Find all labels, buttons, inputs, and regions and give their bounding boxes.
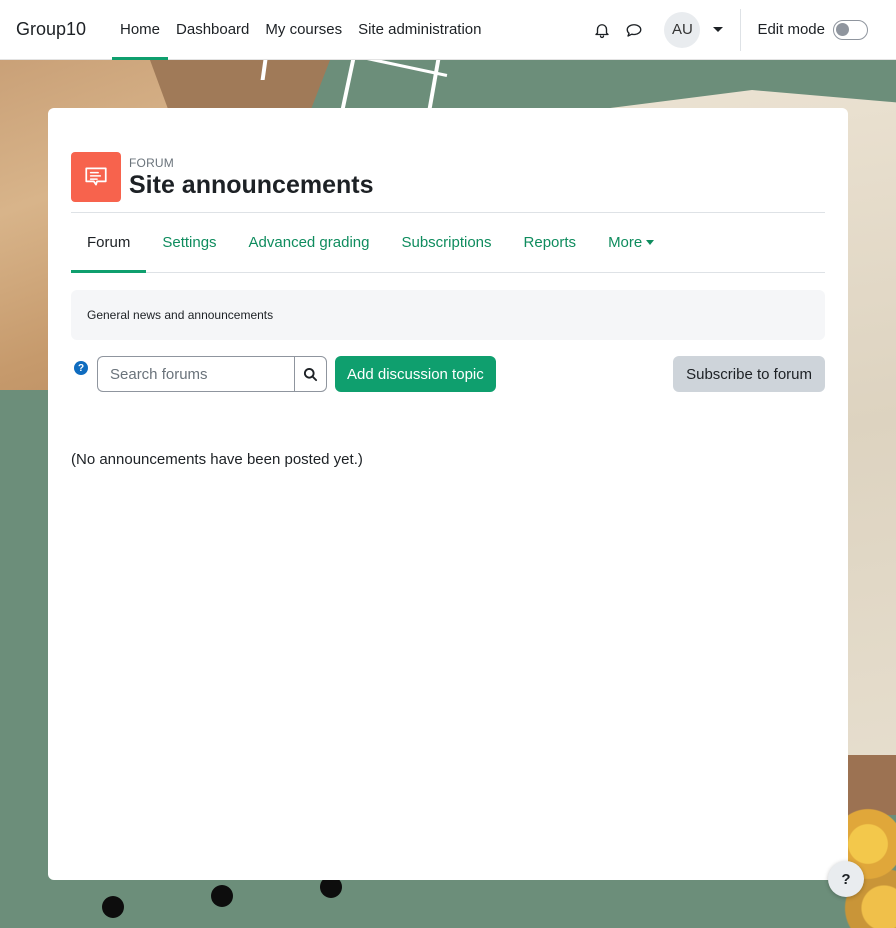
search-icon[interactable] — [294, 356, 327, 392]
nav-item-my-courses[interactable]: My courses — [257, 0, 350, 60]
main-content-card: FORUM Site announcements Forum Settings … — [48, 108, 848, 880]
footer-help-button[interactable]: ? — [828, 861, 864, 897]
page-title: Site announcements — [129, 171, 374, 199]
tab-settings[interactable]: Settings — [146, 213, 232, 272]
module-type-label: FORUM — [129, 156, 174, 170]
tab-forum[interactable]: Forum — [71, 213, 147, 273]
subscribe-to-forum-button[interactable]: Subscribe to forum — [673, 356, 825, 392]
edit-mode-toggle[interactable] — [833, 19, 868, 40]
nav-item-site-administration[interactable]: Site administration — [350, 0, 489, 60]
navbar-divider — [740, 8, 742, 51]
user-avatar[interactable]: AU — [664, 11, 701, 48]
top-navbar: Group10 Home Dashboard My courses Site a… — [0, 0, 896, 60]
background-line — [340, 60, 356, 108]
header-text: FORUM Site announcements — [129, 154, 374, 200]
site-brand[interactable]: Group10 — [16, 19, 112, 40]
background-dot — [102, 896, 124, 918]
nav-item-dashboard[interactable]: Dashboard — [168, 0, 257, 60]
empty-state-message: (No announcements have been posted yet.) — [71, 451, 363, 468]
navbar-user-area: AU Edit mode — [586, 0, 896, 60]
user-menu-chevron-down-icon[interactable] — [708, 27, 728, 32]
nav-item-home[interactable]: Home — [112, 0, 169, 60]
edit-mode-control: Edit mode — [757, 19, 868, 40]
forum-speech-bubble-icon — [71, 152, 121, 202]
forum-toolbar: ? Add discussion topic Subscribe to foru… — [71, 356, 825, 392]
add-discussion-topic-button[interactable]: Add discussion topic — [335, 356, 496, 392]
tab-reports[interactable]: Reports — [508, 213, 593, 272]
background-line — [427, 60, 441, 108]
question-help-icon[interactable]: ? — [74, 361, 88, 375]
chevron-down-icon — [646, 240, 655, 245]
notifications-bell-icon[interactable] — [586, 14, 618, 46]
page-header: FORUM Site announcements — [71, 152, 374, 202]
tab-advanced-grading[interactable]: Advanced grading — [233, 213, 386, 272]
background-dot — [211, 885, 233, 907]
search-forums-group — [97, 356, 327, 392]
tab-more[interactable]: More — [592, 213, 670, 272]
forum-intro: General news and announcements — [71, 290, 825, 340]
edit-mode-label: Edit mode — [757, 21, 825, 38]
search-forums-input[interactable] — [97, 356, 294, 392]
messages-chat-icon[interactable] — [618, 14, 650, 46]
secondary-navigation-tabs: Forum Settings Advanced grading Subscrip… — [71, 213, 825, 273]
tab-subscriptions[interactable]: Subscriptions — [385, 213, 507, 272]
primary-navigation: Home Dashboard My courses Site administr… — [112, 0, 490, 60]
